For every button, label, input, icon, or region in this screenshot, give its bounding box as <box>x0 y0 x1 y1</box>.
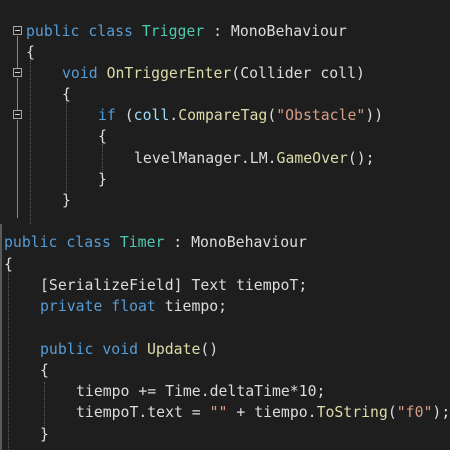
fold-line <box>17 78 18 110</box>
code-text: { <box>26 44 35 61</box>
code-keyword: public <box>40 341 94 358</box>
collapse-class-icon[interactable] <box>13 26 22 35</box>
code-string: "" <box>209 404 228 421</box>
indent-guide <box>8 266 9 450</box>
code-keyword: float <box>111 298 156 315</box>
collapse-if-icon[interactable] <box>13 110 22 119</box>
code-text: : MonoBehaviour <box>204 23 347 40</box>
code-text: { <box>40 362 49 379</box>
code-line[interactable]: } <box>62 190 71 211</box>
code-text: { <box>62 86 71 103</box>
code-method: ToString <box>316 404 388 421</box>
code-text: (); <box>347 150 375 167</box>
code-method: Update <box>146 341 201 358</box>
code-text: } <box>62 192 71 209</box>
code-text: { <box>4 256 13 273</box>
code-text: )) <box>365 107 384 124</box>
indent-guide <box>66 102 67 194</box>
code-line[interactable]: tiempo += Time.deltaTime*10; <box>76 381 325 402</box>
code-text: levelManager.LM. <box>134 150 277 167</box>
code-keyword: public <box>4 234 58 251</box>
code-panel-trigger[interactable]: public class Trigger : MonoBehaviour { v… <box>0 10 450 224</box>
collapse-method-icon[interactable] <box>13 68 22 77</box>
code-keyword: class <box>66 234 111 251</box>
fold-line <box>17 36 18 68</box>
code-line[interactable]: { <box>62 84 71 105</box>
code-text: ( <box>115 107 134 124</box>
code-text: tiempoT.text = <box>76 404 210 421</box>
code-string: "Obstacle" <box>276 107 366 124</box>
code-text: } <box>98 171 107 188</box>
code-text: tiempo += Time.deltaTime*10; <box>76 383 326 400</box>
code-line[interactable]: private float tiempo; <box>40 296 227 317</box>
code-text: } <box>40 426 49 443</box>
code-line[interactable]: public void Update() <box>40 339 218 360</box>
code-line[interactable]: public class Trigger : MonoBehaviour <box>26 21 347 42</box>
code-line[interactable]: tiempoT.text = "" + tiempo.ToString("f0"… <box>76 402 450 423</box>
code-line[interactable]: } <box>98 169 107 190</box>
code-method: CompareTag <box>178 107 268 124</box>
indent-guide <box>30 60 31 224</box>
code-line[interactable]: [SerializeField] Text tiempoT; <box>40 275 307 296</box>
code-line[interactable]: void OnTriggerEnter(Collider coll) <box>62 63 365 84</box>
code-line[interactable]: } <box>40 424 49 445</box>
code-line[interactable]: { <box>98 126 107 147</box>
code-line[interactable]: if (coll.CompareTag("Obstacle")) <box>98 105 383 126</box>
code-text: . <box>169 107 179 124</box>
fold-margin <box>0 224 2 450</box>
code-text: { <box>98 128 107 145</box>
code-line[interactable]: { <box>40 360 49 381</box>
code-line[interactable]: { <box>26 42 35 63</box>
code-panel-timer[interactable]: public class Timer : MonoBehaviour { [Se… <box>0 224 450 450</box>
code-text: tiempo; <box>155 298 228 315</box>
code-text: (Collider coll) <box>231 65 365 82</box>
code-text: () <box>200 341 219 358</box>
code-keyword: if <box>98 107 116 124</box>
code-type: Trigger <box>141 23 205 40</box>
code-parameter: coll <box>133 107 170 124</box>
code-string: "f0" <box>396 404 433 421</box>
code-keyword: private <box>40 298 103 315</box>
code-keyword: class <box>88 23 133 40</box>
code-keyword: public <box>26 23 80 40</box>
code-text: ( <box>267 107 277 124</box>
code-line[interactable]: public class Timer : MonoBehaviour <box>4 232 307 253</box>
code-method: OnTriggerEnter <box>106 65 232 82</box>
fold-line <box>17 120 18 218</box>
code-keyword: void <box>62 65 98 82</box>
code-text: + tiempo. <box>227 404 317 421</box>
code-editor[interactable]: public class Trigger : MonoBehaviour { v… <box>0 0 450 450</box>
code-text: [SerializeField] Text tiempoT; <box>40 277 308 294</box>
code-type: Timer <box>119 234 165 251</box>
code-line[interactable]: levelManager.LM.GameOver(); <box>134 148 375 169</box>
code-keyword: void <box>102 341 139 358</box>
code-text: : MonoBehaviour <box>164 234 307 251</box>
code-line[interactable]: { <box>4 254 13 275</box>
code-text: ); <box>432 404 450 421</box>
code-method: GameOver <box>276 150 348 167</box>
code-text: ( <box>387 404 397 421</box>
